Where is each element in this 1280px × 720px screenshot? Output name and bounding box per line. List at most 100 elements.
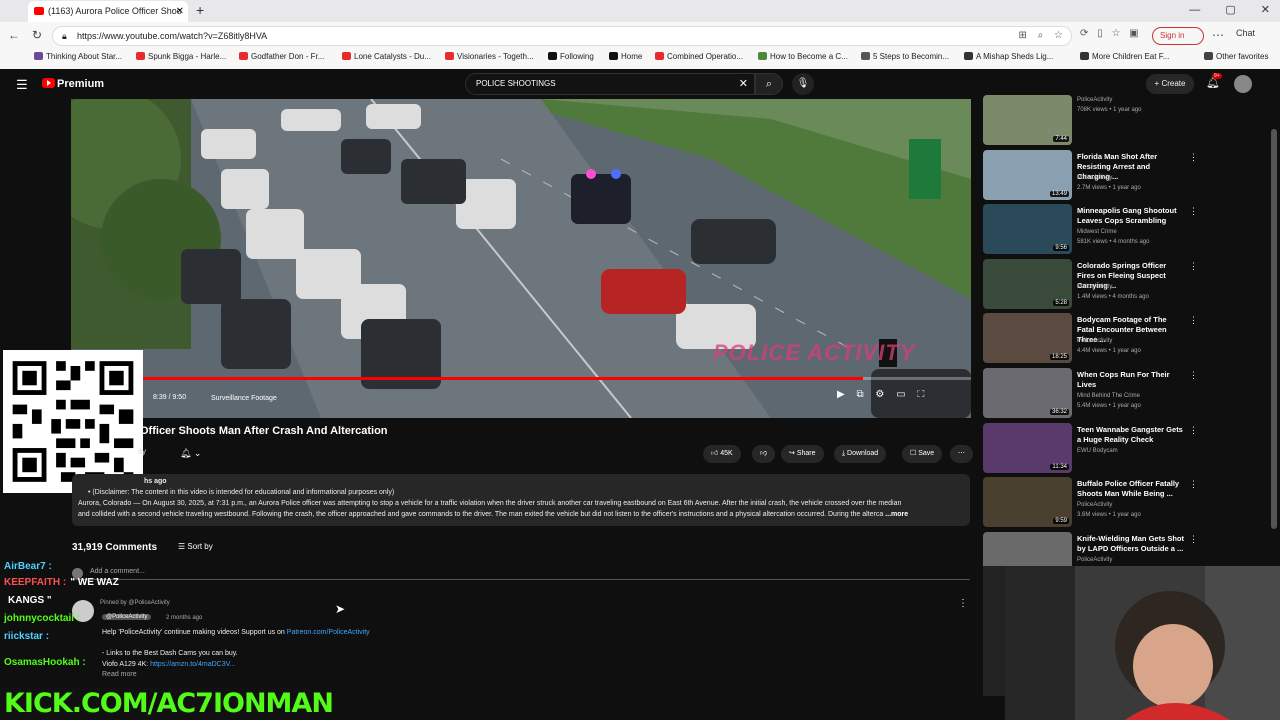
description-box[interactable]: hs ago • (Disclaimer: The content in thi… <box>72 474 970 526</box>
account-avatar[interactable] <box>1234 75 1252 93</box>
progress-bar[interactable] <box>71 377 971 380</box>
subscribed-bell-button[interactable]: 🔔︎ ⌄ <box>180 448 201 459</box>
search-input[interactable]: POLICE SHOOTINGS ✕ <box>465 73 755 95</box>
bookmark-item[interactable]: How to Become a C... <box>758 52 848 61</box>
address-bar[interactable]: 🔒︎ https://www.youtube.com/watch?v=Z68it… <box>52 26 1072 46</box>
comment-menu-icon[interactable]: ⋮ <box>958 598 968 609</box>
recommended-channel[interactable]: PoliceActivity <box>1077 557 1112 563</box>
download-button[interactable]: ⤓ Download <box>834 445 887 463</box>
patreon-link[interactable]: Patreon.com/PoliceActivity <box>287 629 370 636</box>
chapter-label[interactable]: Surveillance Footage <box>211 395 277 402</box>
recommended-channel[interactable]: Midwest Crime <box>1077 229 1117 235</box>
save-button[interactable]: ☐ Save <box>902 445 943 463</box>
create-button[interactable]: + Create <box>1146 74 1194 94</box>
recommended-channel[interactable]: Mind Behind The Crime <box>1077 393 1140 399</box>
sign-in-button[interactable]: Sign in <box>1152 27 1204 45</box>
scrollbar-thumb[interactable] <box>1271 129 1277 529</box>
amazon-link[interactable]: https://amzn.to/4maDC3V... <box>150 661 235 668</box>
chat-message: KANGS " <box>4 595 52 606</box>
recommended-video[interactable]: 18:25 Bodycam Footage of The Fatal Encoun… <box>983 313 1198 364</box>
recommended-channel[interactable]: PoliceActivity <box>1077 502 1112 508</box>
description-more-link[interactable]: ...more <box>885 511 908 518</box>
chat-message: riickstar : <box>4 631 53 642</box>
more-icon[interactable]: ⋯ <box>1212 28 1224 42</box>
add-comment-input[interactable]: Add a comment... <box>72 568 970 580</box>
voice-search-button[interactable]: 🎙︎ <box>792 73 814 95</box>
recommended-title[interactable]: Minneapolis Gang Shootout Leaves Cops Sc… <box>1077 206 1185 226</box>
bookmark-item[interactable]: Visionaries - Togeth... <box>445 52 534 61</box>
bookmark-item[interactable]: Following <box>548 52 594 61</box>
bookmark-label: 5 Steps to Becomin... <box>873 52 950 61</box>
video-thumbnail[interactable]: 9:56 <box>983 204 1072 255</box>
comment-time[interactable]: 2 months ago <box>166 615 202 621</box>
clear-search-icon[interactable]: ✕ <box>739 74 748 94</box>
recommended-video[interactable]: 5:28 Colorado Springs Officer Fires on Fl… <box>983 258 1198 309</box>
sort-comments-button[interactable]: ☰ Sort by <box>178 542 213 551</box>
more-options-icon[interactable]: ⋮ <box>1189 152 1198 163</box>
bookmark-item[interactable]: Godfather Don - Fr... <box>239 52 324 61</box>
bookmark-item[interactable]: Other favorites <box>1204 52 1268 61</box>
close-tab-icon[interactable]: ✕ <box>176 1 184 22</box>
search-button[interactable]: ⌕ <box>755 73 783 95</box>
bookmark-item[interactable]: Home <box>609 52 642 61</box>
refresh-icon[interactable]: ↻ <box>32 28 42 42</box>
video-thumbnail[interactable]: 5:28 <box>983 258 1072 309</box>
more-options-icon[interactable]: ⋮ <box>1189 315 1198 326</box>
more-actions-button[interactable]: ⋯ <box>950 445 973 463</box>
bookmark-item[interactable]: Combined Operatio... <box>655 52 743 61</box>
back-icon[interactable]: ← <box>8 28 20 42</box>
page-scrollbar[interactable] <box>1268 99 1280 569</box>
bookmark-item[interactable]: Thinking About Star... <box>34 52 122 61</box>
new-tab-icon[interactable]: + <box>196 2 204 18</box>
recommended-video[interactable]: 9:59 Buffalo Police Officer Fatally Shoot… <box>983 477 1198 528</box>
recommended-channel[interactable]: EWU Bodycam <box>1077 448 1118 454</box>
extension-icons[interactable]: ⟳ ▯ ☆ ▣ <box>1080 28 1139 39</box>
browser-tab[interactable]: (1163) Aurora Police Officer Shoo ✕ <box>28 1 188 22</box>
like-button[interactable]: 👍︎ 45K <box>703 445 741 463</box>
more-options-icon[interactable]: ⋮ <box>1189 206 1198 217</box>
video-thumbnail[interactable]: 9:59 <box>983 477 1072 528</box>
more-options-icon[interactable]: ⋮ <box>1189 261 1198 272</box>
youtube-logo[interactable]: Premium <box>42 78 104 90</box>
video-thumbnail[interactable]: 13:49 <box>983 149 1072 200</box>
bookmark-item[interactable]: A Mishap Sheds Lig... <box>964 52 1053 61</box>
bookmark-item[interactable]: Spunk Bigga - Harle... <box>136 52 226 61</box>
recommended-video[interactable]: 9:56 Minneapolis Gang Shootout Leaves Cop… <box>983 204 1198 255</box>
video-thumbnail[interactable]: 18:25 <box>983 313 1072 364</box>
notifications-icon[interactable]: 🔔︎ 9+ <box>1206 73 1222 89</box>
video-thumbnail[interactable]: 11:34 <box>983 422 1072 473</box>
video-player[interactable]: POLICE ACTIVITY 8:39 / 9:50 Surveillance… <box>71 99 971 418</box>
recommended-channel[interactable]: PoliceActivity <box>1077 338 1112 344</box>
address-bar-icons[interactable]: ⊞ ⌕ ☆ <box>1018 27 1063 45</box>
player-controls[interactable]: ▶ ⧉ ⚙ ▭ ⛶ <box>837 389 924 400</box>
recommended-title[interactable]: Teen Wannabe Gangster Gets a Huge Realit… <box>1077 425 1185 445</box>
bookmark-label: Home <box>621 52 643 61</box>
bookmark-item[interactable]: Lone Catalysts - Du... <box>342 52 431 61</box>
more-options-icon[interactable]: ⋮ <box>1189 425 1198 436</box>
bookmark-item[interactable]: More Children Eat F... <box>1080 52 1169 61</box>
dislike-button[interactable]: 👎︎ <box>752 445 776 463</box>
recommended-video[interactable]: 13:49 Florida Man Shot After Resisting Ar… <box>983 149 1198 200</box>
recommended-channel[interactable]: PoliceActivity <box>1077 97 1112 103</box>
bookmark-favicon-icon <box>239 52 248 60</box>
bookmark-item[interactable]: 5 Steps to Becomin... <box>861 52 949 61</box>
recommended-channel[interactable]: PoliceActivity <box>1077 284 1112 290</box>
recommended-title[interactable]: Buffalo Police Officer Fatally Shoots Ma… <box>1077 479 1185 499</box>
copilot-chat-button[interactable]: Chat <box>1236 28 1255 38</box>
window-controls[interactable]: — ▢ ✕ <box>1189 3 1270 16</box>
recommended-video[interactable]: 7:44 PoliceActivity 708K views • 1 year ag… <box>983 95 1198 145</box>
menu-icon[interactable]: ☰ <box>16 77 28 93</box>
recommended-title[interactable]: When Cops Run For Their Lives <box>1077 370 1185 390</box>
recommended-video[interactable]: 11:34 Teen Wannabe Gangster Gets a Huge R… <box>983 422 1198 473</box>
duration-badge: 11:34 <box>1050 463 1069 470</box>
share-button[interactable]: ↪ Share <box>781 445 824 463</box>
more-options-icon[interactable]: ⋮ <box>1189 534 1198 545</box>
video-thumbnail[interactable]: 7:44 <box>983 95 1072 145</box>
more-options-icon[interactable]: ⋮ <box>1189 479 1198 490</box>
recommended-video[interactable]: 36:32 When Cops Run For Their Lives Mind B… <box>983 368 1198 418</box>
recommended-channel[interactable]: PoliceActivity <box>1077 175 1112 181</box>
more-options-icon[interactable]: ⋮ <box>1189 370 1198 381</box>
recommended-title[interactable]: Knife-Wielding Man Gets Shot by LAPD Off… <box>1077 534 1185 554</box>
video-thumbnail[interactable]: 36:32 <box>983 368 1072 418</box>
channel-name[interactable]: ity <box>138 447 146 456</box>
